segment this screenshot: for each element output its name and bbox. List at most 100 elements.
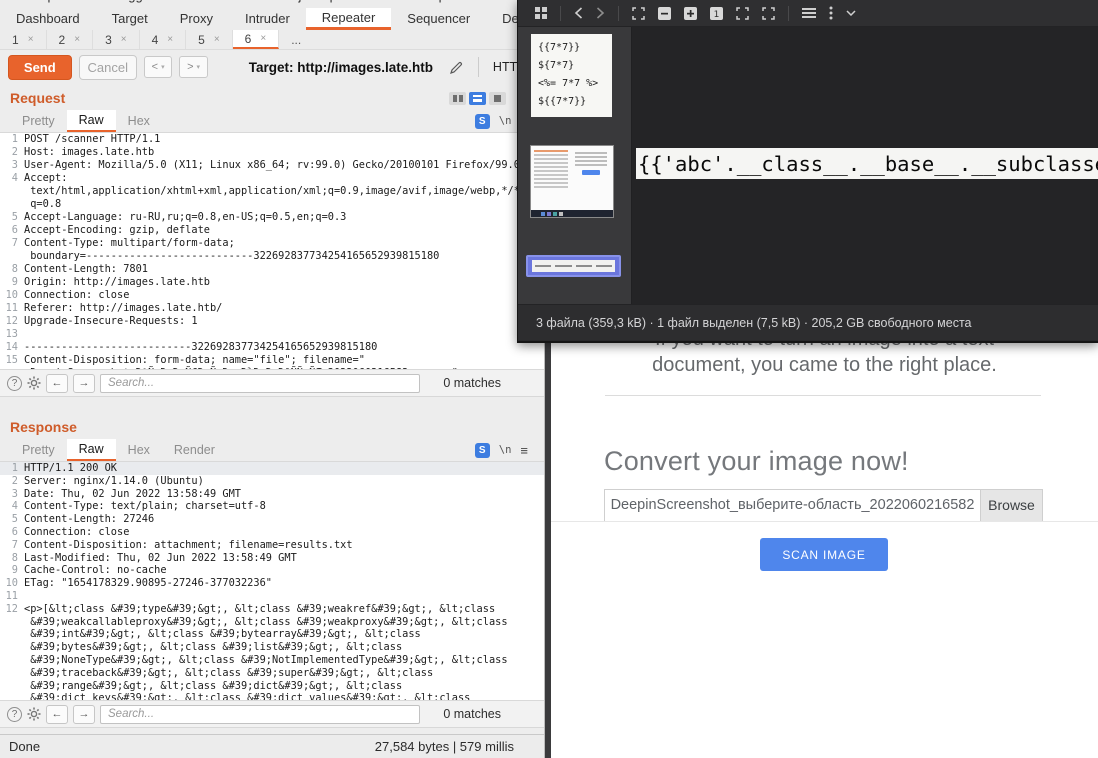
request-search-input[interactable] — [100, 374, 420, 393]
line-number: 11 — [0, 302, 18, 315]
back-icon[interactable] — [574, 7, 583, 19]
repeater-tab-label: 5 — [198, 33, 205, 47]
single-layout-icon[interactable] — [489, 92, 506, 105]
window-tab-project-options[interactable]: Project options — [278, 0, 364, 3]
kebab-menu-icon[interactable] — [829, 6, 833, 20]
code-text: &#39;dict_keys&#39;&gt;, &lt;class &#39;… — [24, 692, 470, 701]
expand-icon[interactable] — [736, 7, 749, 20]
browse-button[interactable]: Browse — [980, 490, 1042, 521]
window-tab-user-options[interactable]: User options — [400, 0, 473, 3]
history-back-button[interactable]: < ▾ — [144, 56, 172, 78]
code-text: Upgrade-Insecure-Requests: 1 — [24, 315, 198, 328]
file-upload-input[interactable]: DeepinScreenshot_выберите-область_202206… — [604, 489, 1043, 522]
main-tab-sequencer[interactable]: Sequencer — [391, 8, 486, 30]
prev-match-button[interactable]: ← — [46, 374, 68, 393]
close-icon[interactable]: × — [260, 33, 266, 44]
soft-wrap-icon[interactable]: S — [475, 114, 490, 129]
response-tab-render[interactable]: Render — [162, 439, 227, 461]
repeater-tab-2[interactable]: 2× — [47, 30, 94, 49]
response-search-input[interactable] — [100, 705, 420, 724]
layout-toggle-group — [449, 92, 506, 105]
window-tab-extender[interactable]: Extender — [190, 0, 242, 3]
repeater-tab-6[interactable]: 6× — [233, 30, 280, 49]
main-tab-dashboard[interactable]: Dashboard — [0, 8, 96, 30]
forward-icon[interactable] — [596, 7, 605, 19]
request-editor[interactable]: 1POST /scanner HTTP/1.12Host: images.lat… — [0, 132, 544, 370]
fullscreen-icon[interactable] — [762, 7, 775, 20]
help-icon[interactable]: ? — [7, 707, 22, 722]
main-tab-intruder[interactable]: Intruder — [229, 8, 306, 30]
main-tab-repeater[interactable]: Repeater — [306, 8, 391, 30]
back-chevron: < — [152, 61, 158, 73]
newline-chars-icon[interactable]: \n — [499, 115, 512, 127]
send-button[interactable]: Send — [8, 55, 72, 80]
ssti-payload-thumbnail[interactable]: {{7*7}}${7*7}<%= 7*7 %>${{7*7}} — [531, 34, 612, 117]
scan-image-button[interactable]: SCAN IMAGE — [760, 538, 888, 571]
repeater-tab-4[interactable]: 4× — [140, 30, 187, 49]
code-line: &#39;range&#39;&gt;, &lt;class &#39;dict… — [0, 680, 544, 693]
repeater-tab-3[interactable]: 3× — [93, 30, 140, 49]
line-number: 6 — [0, 526, 18, 539]
soft-wrap-icon[interactable]: S — [475, 443, 490, 458]
window-tab-logger[interactable]: Logger — [114, 0, 154, 3]
close-icon[interactable]: × — [167, 34, 173, 45]
repeater-tab-1[interactable]: 1× — [0, 30, 47, 49]
response-tab-hex[interactable]: Hex — [116, 439, 162, 461]
close-icon[interactable]: × — [214, 34, 220, 45]
target-url: Target: http://images.late.htb — [249, 60, 433, 75]
main-tab-target[interactable]: Target — [96, 8, 164, 30]
window-tab-comparer[interactable]: Comparer — [20, 0, 78, 3]
request-tab-raw[interactable]: Raw — [67, 110, 116, 132]
line-number: 5 — [0, 211, 18, 224]
page-tagline-line2: document, you came to the right place. — [551, 354, 1098, 377]
request-tab-pretty[interactable]: Pretty — [10, 110, 67, 132]
columns-layout-icon[interactable] — [449, 92, 466, 105]
line-number: 13 — [0, 328, 18, 341]
cancel-button[interactable]: Cancel — [79, 55, 137, 80]
newline-chars-icon[interactable]: \n — [499, 444, 512, 456]
response-editor[interactable]: 1HTTP/1.1 200 OK2Server: nginx/1.14.0 (U… — [0, 461, 544, 701]
repeater-tab-bar: 1×2×3×4×5×6×... — [0, 30, 544, 50]
response-tab-pretty[interactable]: Pretty — [10, 439, 67, 461]
close-icon[interactable]: × — [28, 34, 34, 45]
rows-layout-icon[interactable] — [469, 92, 486, 105]
zoom-out-icon[interactable] — [658, 7, 671, 20]
gear-icon[interactable] — [27, 707, 41, 721]
edit-target-pencil-icon[interactable] — [449, 60, 464, 75]
code-text: <p>[&lt;class &#39;type&#39;&gt;, &lt;cl… — [24, 603, 495, 616]
line-number: 9 — [0, 276, 18, 289]
code-line: 9Origin: http://images.late.htb — [0, 276, 544, 289]
line-number — [0, 692, 18, 701]
history-forward-button[interactable]: > ▾ — [179, 56, 207, 78]
response-tab-raw[interactable]: Raw — [67, 439, 116, 461]
thumb-decoration — [572, 150, 610, 175]
code-line: 15Content-Disposition: form-data; name="… — [0, 354, 544, 367]
prev-match-button[interactable]: ← — [46, 705, 68, 724]
line-number: 11 — [0, 590, 18, 603]
chevron-down-icon[interactable] — [846, 10, 856, 16]
repeater-tab-5[interactable]: 5× — [186, 30, 233, 49]
list-view-icon[interactable] — [802, 8, 816, 18]
help-icon[interactable]: ? — [7, 376, 22, 391]
close-icon[interactable]: × — [121, 34, 127, 45]
repeater-tab-[interactable]: ... — [279, 30, 313, 49]
gear-icon[interactable] — [27, 376, 41, 390]
code-line: text/html,application/xhtml+xml,applicat… — [0, 185, 544, 198]
code-text: q=0.8 — [24, 198, 61, 211]
zoom-fit-icon[interactable] — [632, 7, 645, 20]
hamburger-menu-icon[interactable]: ≡ — [520, 443, 528, 458]
zoom-original-icon[interactable]: 1 — [710, 7, 723, 20]
next-match-button[interactable]: → — [73, 705, 95, 724]
svg-text:1: 1 — [714, 10, 720, 20]
selected-strip-thumbnail[interactable] — [526, 255, 621, 277]
request-tab-hex[interactable]: Hex — [116, 110, 162, 132]
code-line: 11 — [0, 590, 544, 603]
zoom-in-icon[interactable] — [684, 7, 697, 20]
next-match-button[interactable]: → — [73, 374, 95, 393]
close-icon[interactable]: × — [74, 34, 80, 45]
screenshot-thumbnail[interactable] — [530, 145, 614, 218]
repeater-tab-label: 1 — [12, 33, 19, 47]
request-title: Request — [10, 90, 65, 106]
main-tab-proxy[interactable]: Proxy — [164, 8, 229, 30]
grid-view-icon[interactable] — [535, 7, 547, 19]
